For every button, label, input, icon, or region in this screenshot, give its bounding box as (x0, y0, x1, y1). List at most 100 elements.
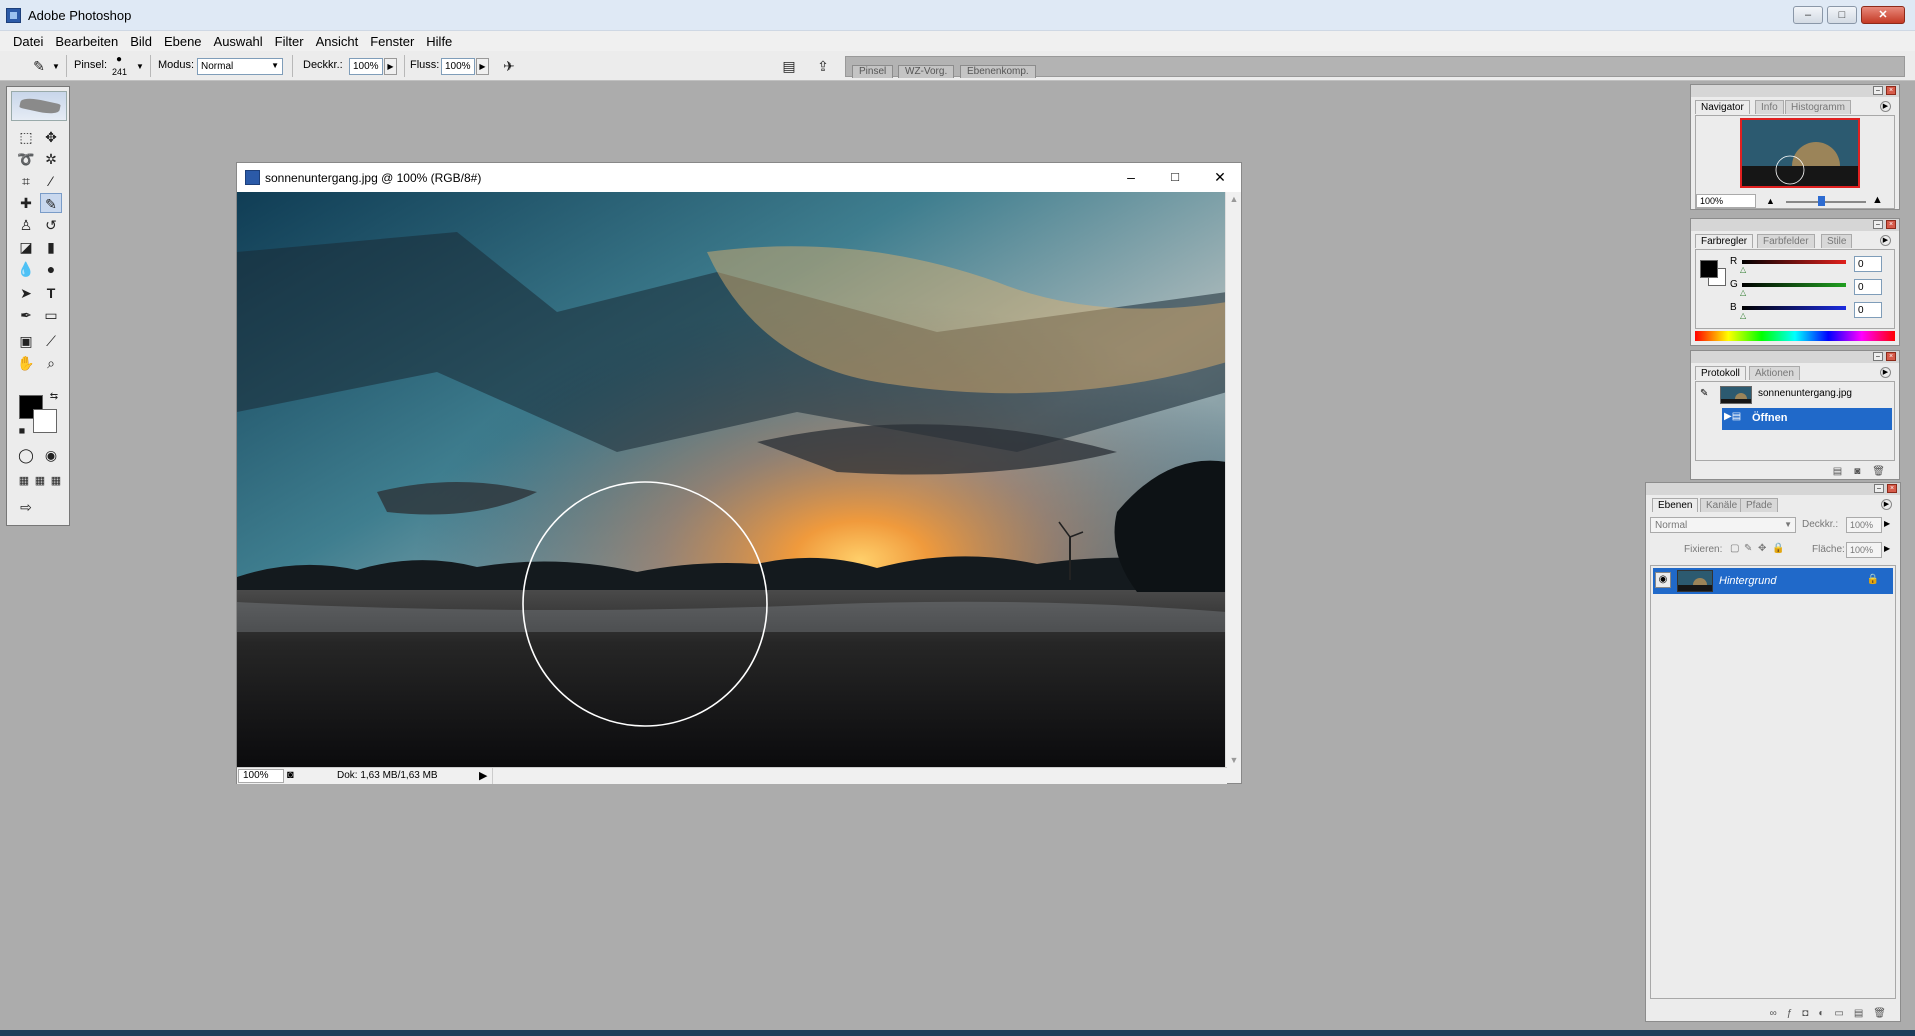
jump-to-imageready-icon[interactable]: ⇨ (15, 497, 37, 517)
tab-navigator[interactable]: Navigator (1695, 100, 1750, 114)
gradient-tool-icon[interactable]: ▮ (40, 237, 62, 257)
blend-mode-select[interactable]: Normal ▼ (1650, 517, 1796, 533)
new-snapshot-icon[interactable]: ◙ (1854, 466, 1860, 477)
doc-maximize-button[interactable]: □ (1165, 168, 1185, 186)
mode-select[interactable]: Normal ▼ (197, 58, 283, 75)
palette-close-icon[interactable]: × (1886, 86, 1896, 95)
minimize-button[interactable]: – (1793, 6, 1823, 24)
link-layers-icon[interactable]: ∞ (1770, 1008, 1777, 1019)
horizontal-scrollbar[interactable] (492, 768, 1227, 784)
eye-icon[interactable]: ◉ (1655, 572, 1671, 588)
flow-slider-arrow[interactable]: ▶ (476, 58, 489, 75)
file-browser-icon[interactable]: ▤ (778, 56, 800, 76)
slider-knob-icon[interactable]: △ (1740, 311, 1746, 320)
tab-farbregler[interactable]: Farbregler (1695, 234, 1754, 248)
swap-colors-icon[interactable]: ⇆ (43, 387, 65, 407)
navigator-zoom-slider[interactable] (1786, 201, 1866, 203)
new-document-from-state-icon[interactable]: ▤ (1833, 466, 1842, 477)
lock-transparency-icon[interactable]: ▢ (1730, 543, 1739, 554)
marquee-tool-icon[interactable]: ⬚ (15, 127, 37, 147)
standard-mode-icon[interactable]: ◯ (15, 445, 37, 465)
menu-ebene[interactable]: Ebene (158, 34, 208, 49)
hand-tool-icon[interactable]: ✋ (15, 353, 37, 373)
layer-mask-icon[interactable]: ◘ (1802, 1008, 1808, 1019)
fill-input[interactable]: 100% (1846, 542, 1882, 558)
opacity-slider-arrow[interactable]: ▶ (384, 58, 397, 75)
navigator-thumbnail[interactable] (1740, 118, 1860, 188)
menu-hilfe[interactable]: Hilfe (420, 34, 458, 49)
background-color-swatch[interactable] (33, 409, 57, 433)
palette-minimize-icon[interactable]: – (1873, 352, 1883, 361)
tab-kanaele[interactable]: Kanäle (1700, 498, 1744, 512)
brush-dropdown-icon[interactable]: ▼ (136, 62, 144, 71)
menu-bearbeiten[interactable]: Bearbeiten (49, 34, 124, 49)
crop-tool-icon[interactable]: ⌗ (15, 171, 37, 191)
channel-r-value[interactable]: 0 (1854, 256, 1882, 272)
eyedropper-tool-icon[interactable]: ⟋ (40, 331, 62, 351)
magic-wand-tool-icon[interactable]: ✲ (40, 149, 62, 169)
channel-g-value[interactable]: 0 (1854, 279, 1882, 295)
delete-state-icon[interactable]: 🗑 (1872, 466, 1885, 477)
go-to-imageready-icon[interactable]: ⇪ (812, 56, 834, 76)
palette-close-icon[interactable]: × (1886, 352, 1896, 361)
zoom-out-icon[interactable]: ▲ (1766, 196, 1775, 206)
channel-b-value[interactable]: 0 (1854, 302, 1882, 318)
history-brush-source-icon[interactable]: ✎ (1700, 388, 1708, 399)
doc-minimize-button[interactable]: – (1121, 168, 1141, 186)
history-step-row[interactable]: ▶▤ Öffnen (1722, 408, 1892, 430)
brush-tool-preset-icon[interactable]: ✎ (28, 56, 50, 76)
path-selection-tool-icon[interactable]: ➤ (15, 283, 37, 303)
palette-minimize-icon[interactable]: – (1873, 86, 1883, 95)
navigator-zoom-field[interactable]: 100% (1696, 194, 1756, 208)
healing-brush-tool-icon[interactable]: ✚ (15, 193, 37, 213)
flow-input[interactable]: 100% (441, 58, 475, 75)
doc-close-button[interactable]: ✕ (1210, 168, 1230, 186)
quick-mask-mode-icon[interactable]: ◉ (40, 445, 62, 465)
palette-minimize-icon[interactable]: – (1874, 484, 1884, 493)
palette-menu-icon[interactable]: ▶ (1880, 101, 1891, 112)
move-tool-icon[interactable]: ✥ (40, 127, 62, 147)
well-tab-pinsel[interactable]: Pinsel (852, 65, 894, 78)
channel-b-slider[interactable] (1742, 306, 1846, 310)
tab-aktionen[interactable]: Aktionen (1749, 366, 1800, 380)
document-titlebar[interactable]: sonnenuntergang.jpg @ 100% (RGB/8#) – □ … (237, 163, 1241, 192)
menu-datei[interactable]: Datei (7, 34, 49, 49)
layer-style-icon[interactable]: ƒ (1787, 1008, 1793, 1019)
palette-menu-icon[interactable]: ▶ (1880, 367, 1891, 378)
well-tab-ebenenkomp[interactable]: Ebenenkomp. (960, 65, 1036, 78)
new-layer-icon[interactable]: ▤ (1854, 1008, 1863, 1019)
palette-grip[interactable]: – × (1691, 219, 1899, 231)
channel-g-slider[interactable] (1742, 283, 1846, 287)
brush-dot-icon[interactable]: ● (116, 54, 122, 65)
color-foreground-swatch[interactable] (1700, 260, 1718, 278)
layer-row-hintergrund[interactable]: ◉ Hintergrund 🔒 (1653, 568, 1893, 594)
image-canvas[interactable] (237, 192, 1227, 767)
menu-filter[interactable]: Filter (269, 34, 310, 49)
tab-stile[interactable]: Stile (1821, 234, 1853, 248)
menu-bild[interactable]: Bild (124, 34, 158, 49)
brush-tool-icon[interactable]: ✎ (40, 193, 62, 213)
history-brush-tool-icon[interactable]: ↺ (40, 215, 62, 235)
airbrush-icon[interactable]: ✈ (498, 56, 520, 76)
delete-layer-icon[interactable]: 🗑 (1873, 1008, 1886, 1019)
eraser-tool-icon[interactable]: ◪ (15, 237, 37, 257)
maximize-button[interactable]: □ (1827, 6, 1857, 24)
zoom-in-icon[interactable]: ▲ (1872, 194, 1883, 206)
palette-menu-icon[interactable]: ▶ (1880, 235, 1891, 246)
shape-tool-icon[interactable]: ▭ (40, 305, 62, 325)
palette-grip[interactable]: – × (1646, 483, 1900, 495)
status-options-icon[interactable]: ◙ (287, 769, 294, 781)
adjustment-layer-icon[interactable]: ◐ (1818, 1008, 1824, 1019)
layer-opacity-input[interactable]: 100% (1846, 517, 1882, 533)
new-group-icon[interactable]: ▭ (1834, 1008, 1843, 1019)
toolbox-header[interactable] (11, 91, 67, 121)
type-tool-icon[interactable]: T (40, 283, 62, 303)
palette-close-icon[interactable]: × (1887, 484, 1897, 493)
menu-ansicht[interactable]: Ansicht (310, 34, 365, 49)
vertical-scrollbar[interactable]: ▲ ▼ (1225, 192, 1241, 767)
menu-fenster[interactable]: Fenster (364, 34, 420, 49)
palette-menu-icon[interactable]: ▶ (1881, 499, 1892, 510)
blur-tool-icon[interactable]: 💧 (15, 259, 37, 279)
scroll-down-icon[interactable]: ▼ (1226, 755, 1242, 765)
slider-knob-icon[interactable]: △ (1740, 288, 1746, 297)
